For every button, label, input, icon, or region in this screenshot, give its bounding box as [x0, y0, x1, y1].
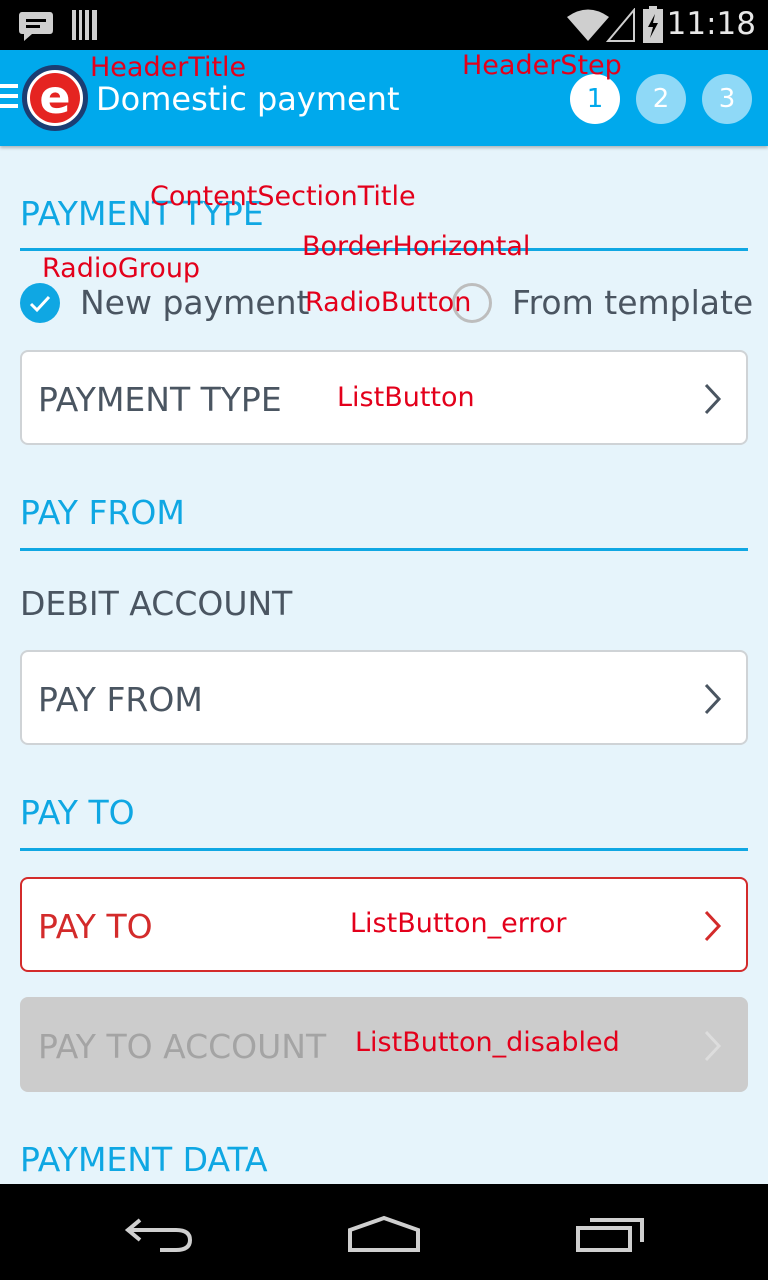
list-button-pay-from[interactable]: PAY FROM [20, 650, 748, 745]
app-logo: e [22, 65, 88, 131]
chevron-right-icon [704, 910, 722, 942]
section-title-pay-from: PAY FROM [20, 493, 185, 532]
header-step-3[interactable]: 3 [702, 74, 752, 124]
chevron-right-icon [704, 1030, 722, 1062]
home-icon[interactable] [346, 1214, 422, 1254]
logo-letter: e [30, 73, 80, 123]
header-title: Domestic payment [96, 80, 400, 118]
list-button-label: PAY TO ACCOUNT [38, 1027, 327, 1066]
section-title-payment-data: PAYMENT DATA [20, 1140, 268, 1179]
chevron-right-icon [704, 383, 722, 415]
recents-icon[interactable] [574, 1214, 646, 1254]
list-button-label: PAY TO [38, 907, 153, 946]
annotation-header-title: HeaderTitle [90, 52, 247, 83]
menu-icon[interactable] [0, 84, 18, 112]
radio-new-payment[interactable] [20, 283, 60, 323]
wifi-icon [567, 9, 609, 41]
list-button-label: PAYMENT TYPE [38, 380, 282, 419]
border-horizontal [20, 548, 748, 551]
annotation-header-step: HeaderStep [462, 50, 622, 81]
navigation-bar [0, 1184, 768, 1280]
annotation-border-horizontal: BorderHorizontal [302, 231, 531, 262]
section-title-pay-to: PAY TO [20, 793, 135, 832]
back-icon[interactable] [124, 1214, 196, 1254]
radio-label-new-payment[interactable]: New payment [80, 283, 309, 322]
annotation-list-button-disabled: ListButton_disabled [355, 1027, 620, 1058]
signal-icon [606, 8, 635, 42]
border-horizontal [20, 848, 748, 851]
annotation-list-button-error: ListButton_error [350, 908, 567, 939]
annotation-radio-group: RadioGroup [42, 253, 201, 284]
radio-label-from-template[interactable]: From template [512, 283, 753, 322]
annotation-content-section-title: ContentSectionTitle [150, 181, 416, 212]
status-time: 11:18 [666, 6, 756, 42]
barcode-icon [72, 10, 97, 40]
header-step-2[interactable]: 2 [636, 74, 686, 124]
chevron-right-icon [704, 683, 722, 715]
annotation-list-button: ListButton [337, 382, 475, 413]
check-icon [29, 295, 51, 313]
annotation-radio-button: RadioButton [305, 287, 472, 318]
list-button-label: PAY FROM [38, 680, 203, 719]
debit-account-label: DEBIT ACCOUNT [20, 584, 293, 623]
chat-icon [19, 12, 53, 41]
status-bar: 11:18 [0, 0, 768, 50]
header-step-1[interactable]: 1 [570, 74, 620, 124]
battery-icon [643, 6, 663, 43]
